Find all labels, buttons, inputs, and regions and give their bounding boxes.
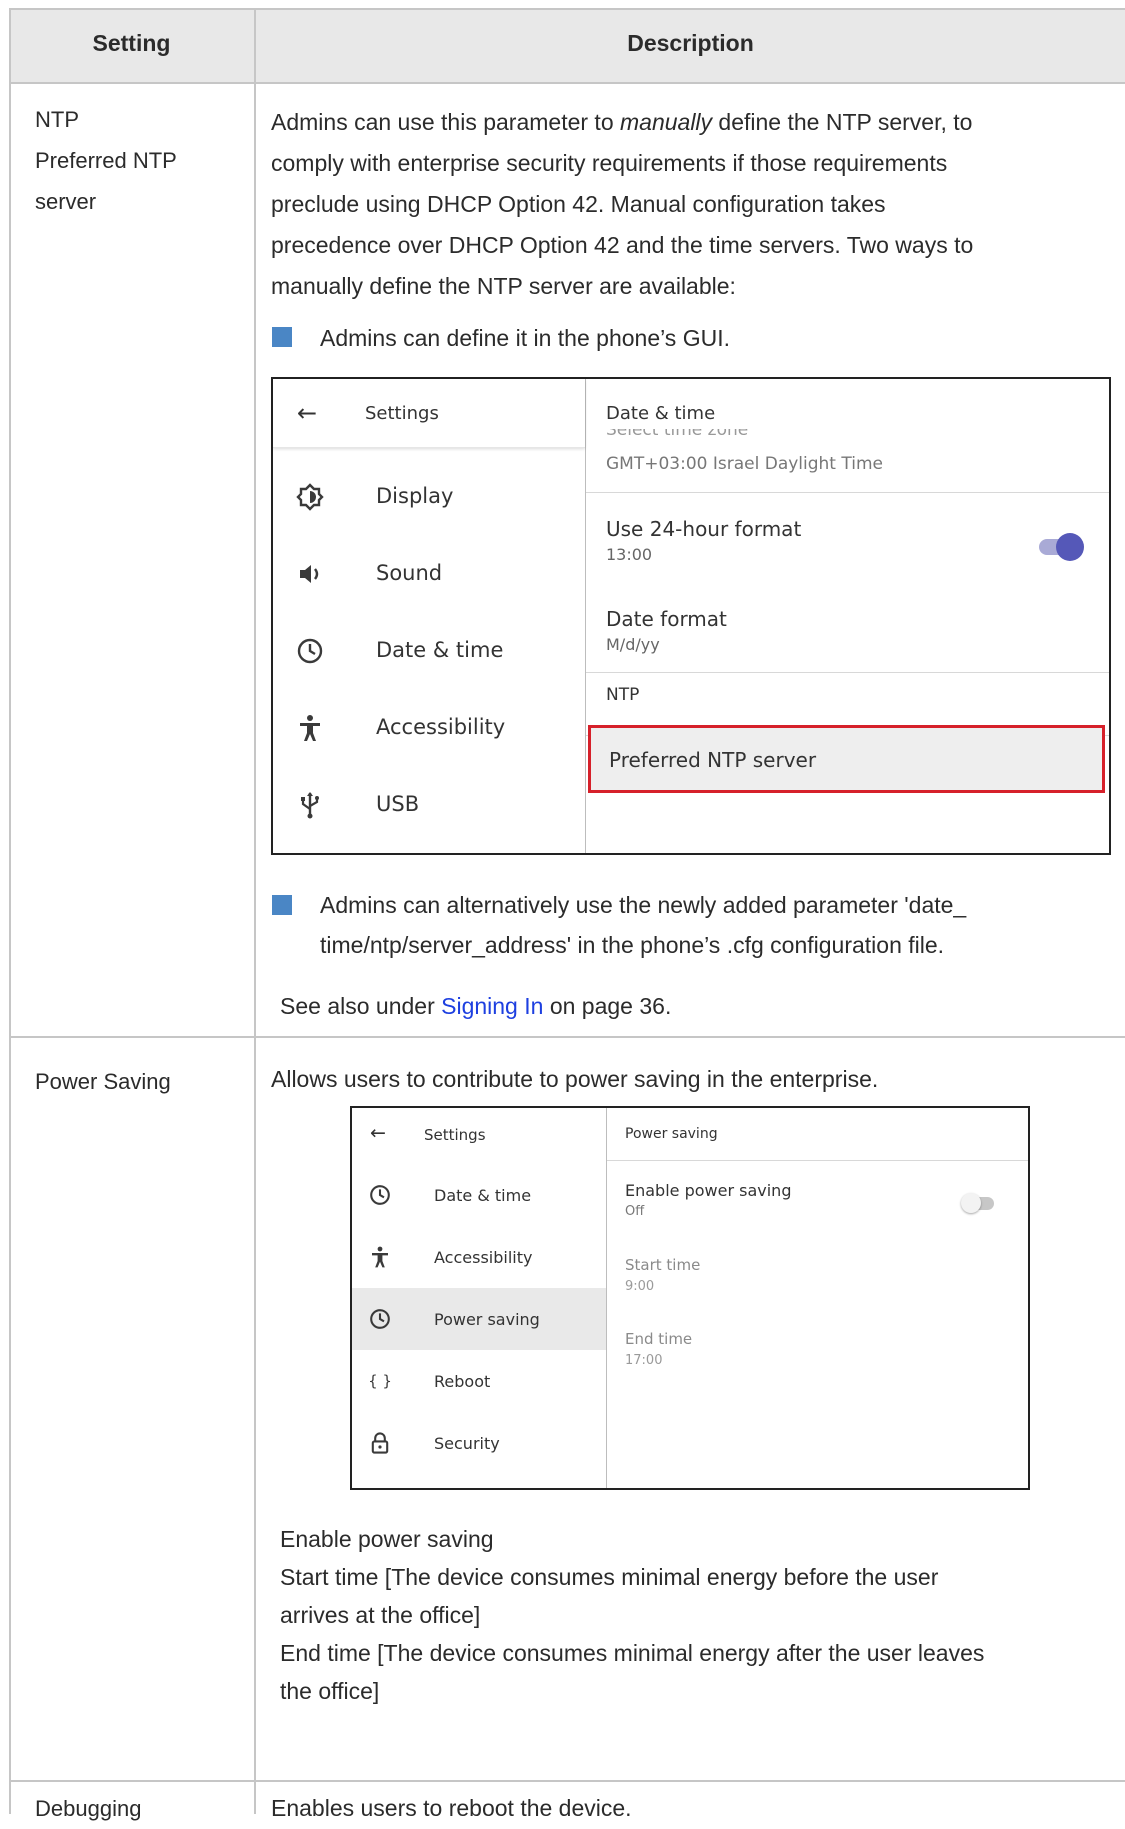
braces-icon: { } xyxy=(368,1372,392,1390)
nav-label: Date & time xyxy=(376,638,504,662)
setting-power-saving: Power Saving xyxy=(35,1069,171,1094)
bullet-icon xyxy=(272,327,292,347)
row-divider xyxy=(9,1036,1125,1038)
nav-item-date-time[interactable]: Date & time xyxy=(273,614,585,691)
settings-nav: ← Settings Date & time Accessibility Pow… xyxy=(352,1108,607,1488)
nav-item-date-time[interactable]: Date & time xyxy=(352,1164,606,1226)
nav-item-accessibility[interactable]: Accessibility xyxy=(273,691,585,768)
settings-nav-header: ← Settings xyxy=(273,379,585,448)
row-divider xyxy=(9,1780,1125,1782)
use24-title[interactable]: Use 24-hour format xyxy=(606,517,801,541)
pane-title: Date & time xyxy=(606,403,716,424)
detail-line: arrives at the office] xyxy=(280,1602,481,1628)
arrow-left-icon[interactable]: ← xyxy=(297,399,317,427)
bullet-icon xyxy=(272,895,292,915)
setting-line: server xyxy=(35,189,97,214)
preferred-ntp-label: Preferred NTP server xyxy=(609,748,817,772)
clock-icon xyxy=(295,636,325,666)
ntp-label: NTP xyxy=(606,685,640,705)
nav-label: Sound xyxy=(376,561,443,585)
use24-toggle-knob[interactable] xyxy=(1056,533,1084,561)
desc-line: preclude using DHCP Option 42. Manual co… xyxy=(271,191,886,217)
detail-line: the office] xyxy=(280,1678,380,1704)
start-time-title: Start time xyxy=(625,1256,701,1274)
start-time-value: 9:00 xyxy=(625,1279,655,1294)
power-saving-pane: Power saving Enable power saving Off Sta… xyxy=(607,1108,1028,1488)
enable-power-saving-value: Off xyxy=(625,1204,645,1219)
column-divider xyxy=(254,8,256,1814)
timezone-value: GMT+03:00 Israel Daylight Time xyxy=(606,454,883,474)
pane-divider xyxy=(586,492,1109,493)
accessibility-icon xyxy=(368,1245,392,1269)
enable-toggle-knob[interactable] xyxy=(961,1193,981,1213)
power-saving-settings-screenshot: ← Settings Date & time Accessibility Pow… xyxy=(350,1106,1030,1490)
dateformat-title[interactable]: Date format xyxy=(606,607,727,631)
detail-line: End time [The device consumes minimal en… xyxy=(280,1640,985,1666)
end-time-value: 17:00 xyxy=(625,1353,663,1368)
nav-item-sound[interactable]: Sound xyxy=(273,537,585,614)
power-details: Enable power saving Start time [The devi… xyxy=(280,1520,984,1710)
preferred-ntp-server-item[interactable]: Preferred NTP server xyxy=(588,725,1105,793)
clock-icon xyxy=(368,1307,392,1331)
signing-in-link[interactable]: Signing In xyxy=(441,993,543,1019)
date-time-pane: Date & time Select time zone GMT+03:00 I… xyxy=(586,379,1109,853)
desc-line: Admins can use this parameter to manuall… xyxy=(271,109,973,135)
nav-label: Accessibility xyxy=(434,1248,533,1267)
enable-power-saving-title[interactable]: Enable power saving xyxy=(625,1181,791,1200)
header-description: Description xyxy=(627,30,754,56)
bullet-cfg: Admins can alternatively use the newly a… xyxy=(320,892,967,958)
setting-line: Preferred NTP xyxy=(35,148,177,173)
partial-label: Select time zone xyxy=(606,429,749,440)
end-time-title: End time xyxy=(625,1330,693,1348)
nav-item-security[interactable]: Security xyxy=(352,1412,606,1474)
use24-value: 13:00 xyxy=(606,545,653,564)
settings-title: Settings xyxy=(365,403,439,424)
bullet-gui: Admins can define it in the phone’s GUI. xyxy=(320,325,730,351)
pane-divider xyxy=(607,1160,1028,1161)
nav-item-display[interactable]: Display xyxy=(273,460,585,537)
power-description: Allows users to contribute to power savi… xyxy=(271,1066,879,1092)
setting-line: NTP xyxy=(35,107,79,132)
nav-item-power-saving[interactable]: Power saving xyxy=(352,1288,606,1350)
header-setting: Setting xyxy=(92,30,171,56)
setting-ntp: NTP Preferred NTP server xyxy=(35,99,177,222)
nav-label: Power saving xyxy=(434,1310,540,1329)
nav-item-usb[interactable]: USB xyxy=(273,768,585,845)
date-time-settings-screenshot: ← Settings Display Sound Date & time Acc… xyxy=(271,377,1111,855)
nav-label: Display xyxy=(376,484,454,508)
detail-line: Enable power saving xyxy=(280,1526,494,1552)
ntp-description: Admins can use this parameter to manuall… xyxy=(271,102,1091,307)
lock-icon xyxy=(368,1431,392,1455)
settings-title: Settings xyxy=(424,1126,486,1144)
nav-label: Reboot xyxy=(434,1372,491,1391)
nav-label: Date & time xyxy=(434,1186,532,1205)
desc-line: precedence over DHCP Option 42 and the t… xyxy=(271,232,974,258)
display-icon xyxy=(295,482,325,512)
settings-nav: ← Settings Display Sound Date & time Acc… xyxy=(273,379,586,853)
debugging-description: Enables users to reboot the device. xyxy=(271,1795,632,1821)
nav-label: Accessibility xyxy=(376,715,506,739)
accessibility-icon xyxy=(295,713,325,743)
desc-line: comply with enterprise security requirem… xyxy=(271,150,948,176)
desc-line: manually define the NTP server are avail… xyxy=(271,273,736,299)
detail-line: Start time [The device consumes minimal … xyxy=(280,1564,939,1590)
sound-icon xyxy=(295,559,325,589)
arrow-left-icon[interactable]: ← xyxy=(370,1122,386,1144)
pane-title: Power saving xyxy=(625,1126,718,1142)
see-also: See also under Signing In on page 36. xyxy=(280,993,672,1019)
usb-icon xyxy=(295,790,325,820)
nav-item-accessibility[interactable]: Accessibility xyxy=(352,1226,606,1288)
nav-label: Security xyxy=(434,1434,500,1453)
nav-item-reboot[interactable]: { } Reboot xyxy=(352,1350,606,1412)
pane-divider xyxy=(586,672,1109,673)
dateformat-value: M/d/yy xyxy=(606,635,660,654)
setting-debugging: Debugging xyxy=(35,1796,142,1821)
clock-icon xyxy=(368,1183,392,1207)
nav-label: USB xyxy=(376,792,420,816)
